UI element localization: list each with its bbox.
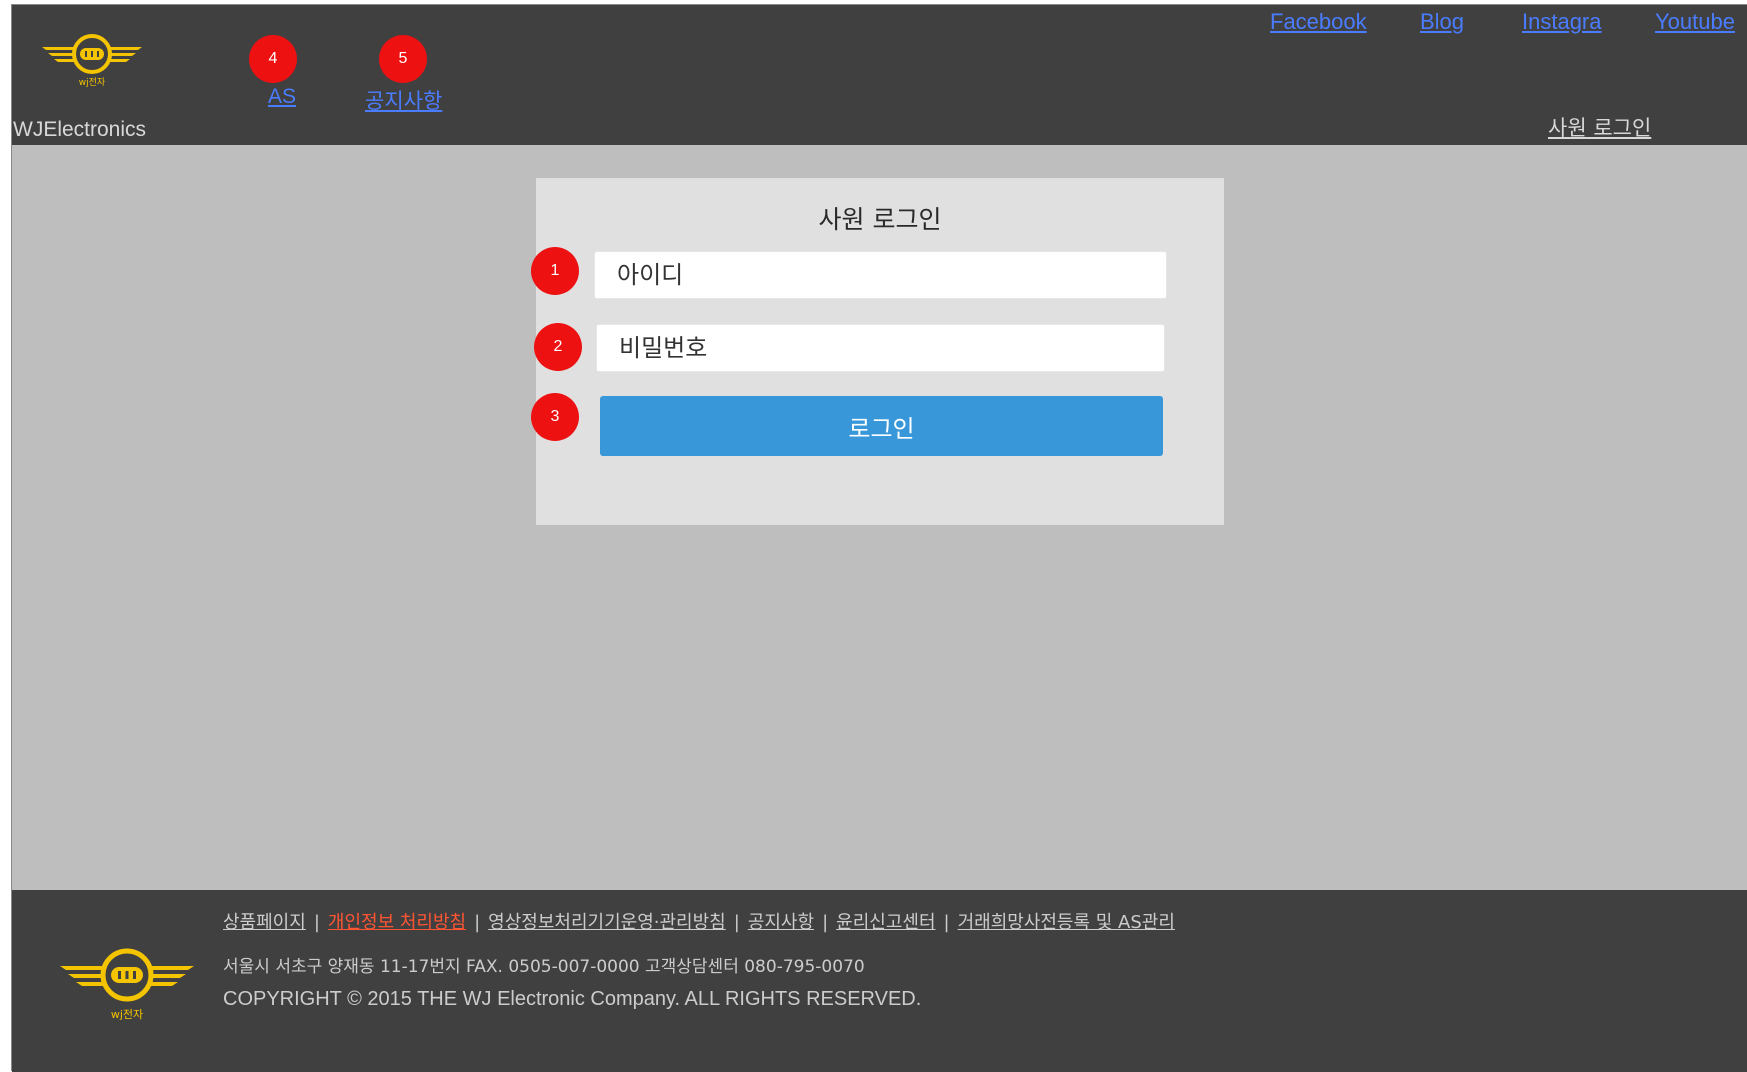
copyright: COPYRIGHT © 2015 THE WJ Electronic Compa… (223, 988, 922, 1010)
footer-link-notice[interactable]: 공지사항 (748, 912, 814, 933)
password-input[interactable] (596, 324, 1165, 372)
wj-logo-icon[interactable]: wj전자 (40, 33, 144, 91)
separator: | (474, 912, 481, 933)
header: wj전자 WJElectronics 4 AS 5 공지사항 Facebook … (12, 5, 1747, 145)
staff-login-link[interactable]: 사원 로그인 (1548, 112, 1651, 142)
footer-link-ethics[interactable]: 윤리신고센터 (836, 912, 935, 933)
svg-text:wj전자: wj전자 (111, 1008, 143, 1021)
wj-footer-logo-icon: wj전자 (60, 948, 194, 1021)
annotation-badge-2: 2 (534, 323, 582, 371)
annotation-badge-3: 3 (531, 393, 579, 441)
blog-link[interactable]: Blog (1420, 9, 1464, 35)
footer: wj전자 상품페이지 | 개인정보 처리방침 | 영상정보처리기기운영·관리방침 | 공지사… (12, 890, 1747, 1072)
company-address: 서울시 서초구 양재동 11-17번지 FAX. 0505-007-0000 고… (223, 957, 865, 977)
footer-link-trade-as[interactable]: 거래희망사전등록 및 AS관리 (958, 912, 1175, 933)
footer-link-privacy[interactable]: 개인정보 처리방침 (328, 912, 466, 933)
page: wj전자 WJElectronics 4 AS 5 공지사항 Facebook … (11, 4, 1747, 1072)
separator: | (313, 912, 320, 933)
login-title: 사원 로그인 (818, 205, 942, 234)
separator: | (822, 912, 829, 933)
nav-link-notice[interactable]: 공지사항 (365, 85, 442, 115)
login-card: 사원 로그인 1 2 3 로그인 (531, 178, 1224, 525)
browser-frame: wj전자 WJElectronics 4 AS 5 공지사항 Facebook … (0, 0, 1747, 1072)
facebook-link[interactable]: Facebook (1270, 9, 1367, 35)
annotation-badge-5: 5 (379, 35, 427, 83)
youtube-link[interactable]: Youtube (1655, 9, 1735, 35)
footer-links: 상품페이지 | 개인정보 처리방침 | 영상정보처리기기운영·관리방침 | 공지사항 | 윤리신… (223, 908, 1175, 934)
nav-link-as[interactable]: AS (268, 85, 296, 109)
annotation-badge-4: 4 (249, 35, 297, 83)
svg-text:wj전자: wj전자 (79, 77, 106, 88)
brand-name: WJElectronics (13, 118, 147, 141)
username-input[interactable] (594, 251, 1167, 299)
footer-link-cctv-policy[interactable]: 영상정보처리기기운영·관리방침 (488, 912, 726, 933)
footer-link-products[interactable]: 상품페이지 (223, 912, 306, 933)
separator: | (943, 912, 950, 933)
separator: | (733, 912, 740, 933)
login-button[interactable]: 로그인 (600, 396, 1163, 456)
annotation-badge-1: 1 (531, 247, 579, 295)
instagram-link[interactable]: Instagra (1522, 9, 1602, 35)
